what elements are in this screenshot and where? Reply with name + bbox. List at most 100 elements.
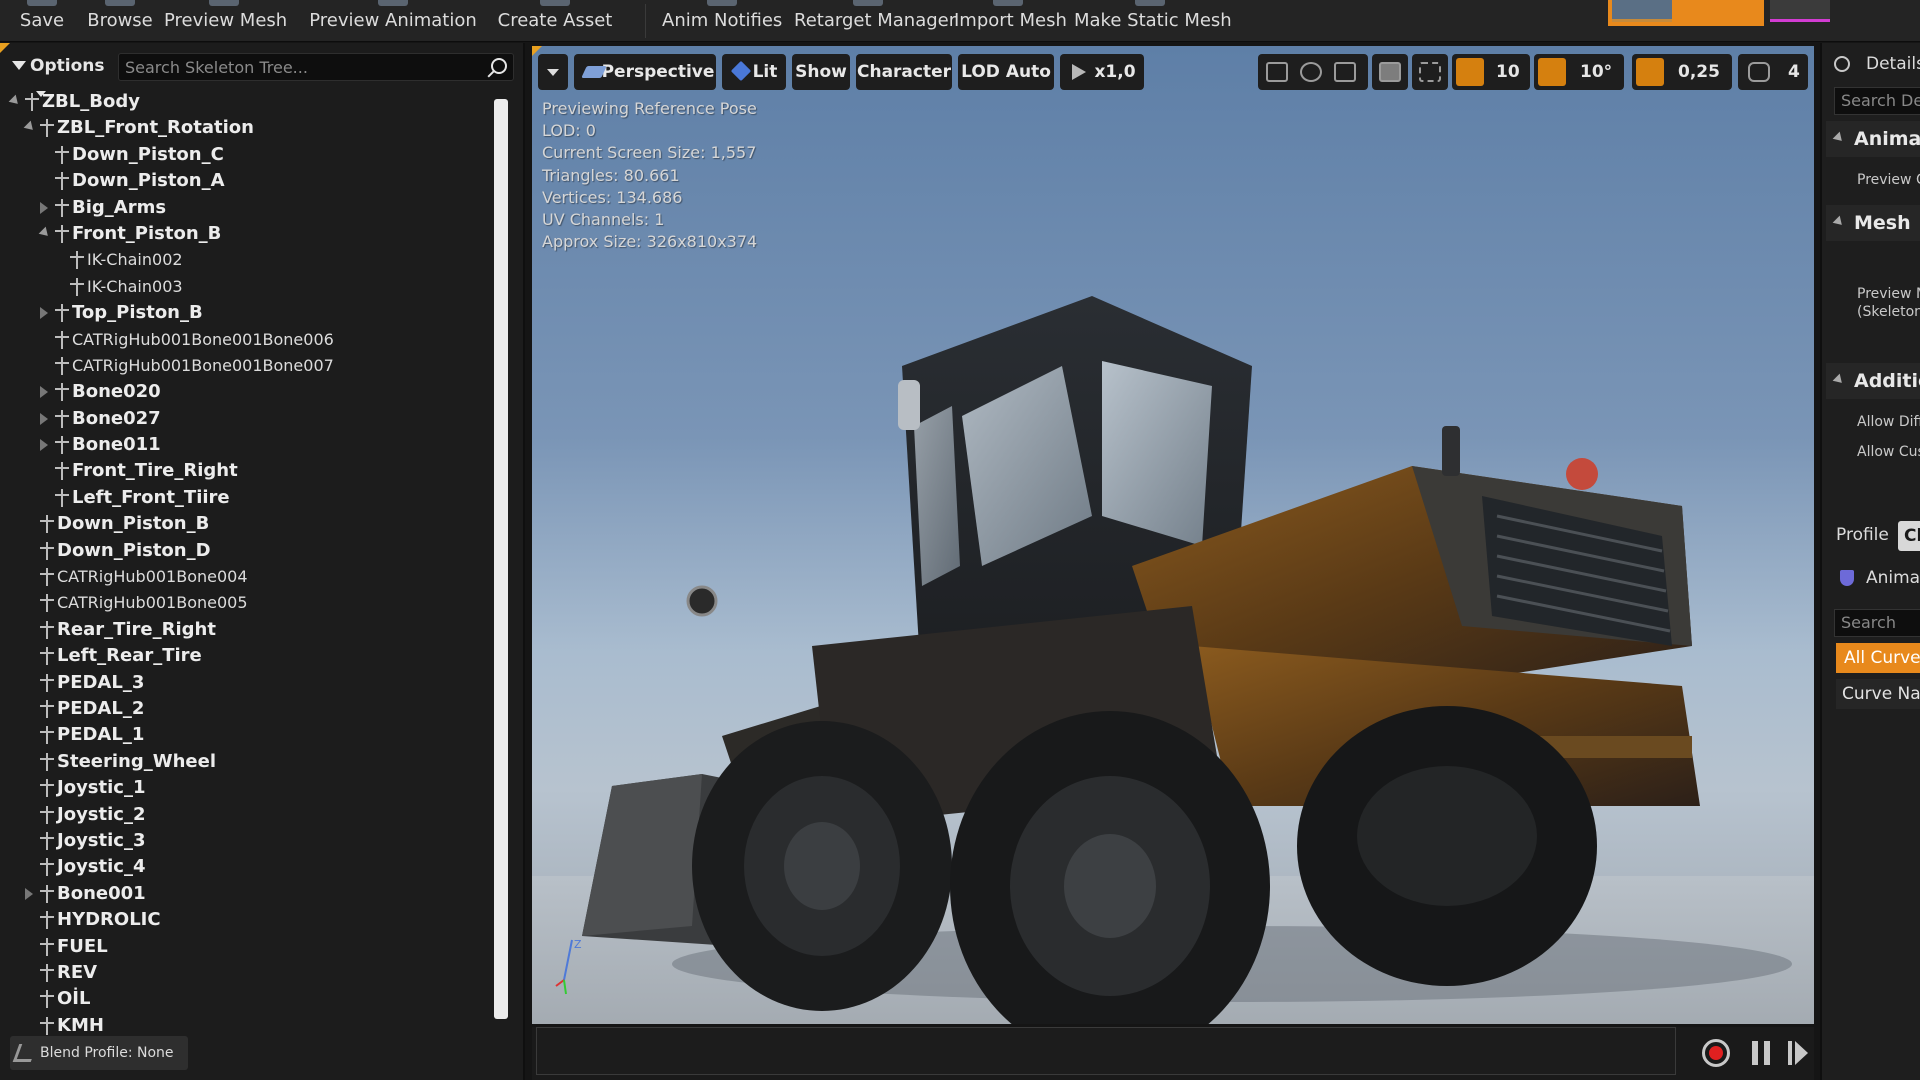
bone-row[interactable]: Bone001	[0, 881, 490, 907]
rotate-icon[interactable]	[1300, 62, 1322, 82]
options-dropdown[interactable]: Options	[6, 52, 114, 97]
tree-scrollbar[interactable]	[494, 99, 508, 1019]
bone-row[interactable]: Joystic_4	[0, 854, 490, 880]
bone-row[interactable]: ZBL_Front_Rotation	[0, 115, 490, 141]
world-local-toggle[interactable]	[1372, 54, 1408, 90]
bone-row[interactable]: Bone027	[0, 406, 490, 432]
surface-snap-button[interactable]	[1412, 54, 1448, 90]
bone-row[interactable]: Bone020	[0, 379, 490, 405]
grid-snap-icon[interactable]	[1456, 58, 1484, 86]
expand-closed-icon[interactable]	[40, 386, 48, 399]
profile-clear-button[interactable]: Cle	[1898, 521, 1920, 551]
bone-row[interactable]: Left_Rear_Tire	[0, 643, 490, 669]
step-forward-button[interactable]	[1788, 1041, 1808, 1065]
bone-row[interactable]: Rear_Tire_Right	[0, 617, 490, 643]
lit-view-mode-button[interactable]: Lit	[722, 54, 786, 90]
material-asset-thumbnail[interactable]	[1770, 0, 1830, 22]
bone-row[interactable]: Down_Piston_D	[0, 538, 490, 564]
bone-row[interactable]: Steering_Wheel	[0, 749, 490, 775]
browse-button[interactable]: Browse	[82, 0, 158, 42]
bone-row[interactable]: Left_Front_Tiire	[0, 485, 490, 511]
bone-row[interactable]: Big_Arms	[0, 195, 490, 221]
animation-asset-thumbnail[interactable]	[1608, 0, 1764, 26]
blend-profile-dropdown[interactable]: Blend Profile: None	[10, 1036, 188, 1070]
viewport-options-button[interactable]	[538, 54, 568, 90]
bone-icon	[39, 568, 55, 587]
record-button[interactable]	[1702, 1039, 1730, 1067]
bone-icon	[39, 673, 55, 692]
curves-search-input[interactable]: Search	[1834, 609, 1920, 637]
bone-row[interactable]: Down_Piston_A	[0, 168, 490, 194]
preview-animation-button[interactable]: Preview Animation	[308, 0, 478, 42]
bone-row[interactable]: Joystic_1	[0, 775, 490, 801]
curve-name-header[interactable]: Curve Nam	[1836, 679, 1920, 709]
bone-row[interactable]: Down_Piston_B	[0, 511, 490, 537]
camera-icon[interactable]	[1748, 62, 1770, 82]
create-asset-button[interactable]: Create Asset	[496, 0, 614, 42]
rotation-snap-value[interactable]: 10°	[1580, 54, 1612, 90]
rotation-snap-icon[interactable]	[1538, 58, 1566, 86]
scale-icon[interactable]	[1334, 62, 1356, 82]
expand-closed-icon[interactable]	[25, 887, 33, 900]
bone-row[interactable]: CATRigHub001Bone001Bone007	[0, 353, 490, 379]
skeleton-search-input[interactable]	[119, 54, 479, 80]
bone-row[interactable]: HYDROLIC	[0, 907, 490, 933]
grid-snap-value[interactable]: 10	[1496, 54, 1520, 90]
bone-row[interactable]: CATRigHub001Bone004	[0, 564, 490, 590]
bone-row[interactable]: CATRigHub001Bone005	[0, 590, 490, 616]
character-button[interactable]: Character	[856, 54, 952, 90]
bone-row[interactable]: PEDAL_3	[0, 670, 490, 696]
perspective-button[interactable]: Perspective	[574, 54, 716, 90]
bone-row[interactable]: Front_Tire_Right	[0, 458, 490, 484]
play-rate-button[interactable]: x1,0	[1060, 54, 1144, 90]
preview-mesh-button[interactable]: Preview Mesh	[164, 0, 287, 42]
bone-row[interactable]: Joystic_3	[0, 828, 490, 854]
pause-button[interactable]	[1752, 1041, 1770, 1065]
expand-closed-icon[interactable]	[40, 307, 48, 320]
bone-icon	[54, 356, 70, 375]
search-icon[interactable]	[491, 58, 507, 74]
scale-snap-icon[interactable]	[1636, 58, 1664, 86]
expand-closed-icon[interactable]	[40, 201, 48, 214]
expand-open-icon[interactable]	[8, 94, 22, 108]
bone-row[interactable]: IK-Chain003	[0, 274, 490, 300]
bone-row[interactable]: Top_Piston_B	[0, 300, 490, 326]
anim-curves-tab[interactable]: Anima	[1834, 561, 1920, 595]
bone-row[interactable]: Front_Piston_B	[0, 221, 490, 247]
category-additional[interactable]: Additional	[1826, 363, 1920, 399]
bone-row[interactable]: FUEL	[0, 934, 490, 960]
anim-notifies-button[interactable]: Anim Notifies	[662, 0, 782, 42]
category-mesh[interactable]: Mesh	[1826, 205, 1920, 241]
translate-icon[interactable]	[1266, 62, 1288, 82]
import-mesh-button[interactable]: Import Mesh	[954, 0, 1067, 42]
timeline-scrubber[interactable]	[536, 1027, 1676, 1075]
expand-open-icon[interactable]	[38, 226, 52, 240]
save-button[interactable]: Save	[12, 0, 72, 42]
make-static-mesh-button[interactable]: Make Static Mesh	[1074, 0, 1232, 42]
scale-snap-value[interactable]: 0,25	[1678, 54, 1720, 90]
bone-icon	[39, 805, 55, 824]
bone-row[interactable]: PEDAL_2	[0, 696, 490, 722]
preview-viewport[interactable]: Perspective Lit Show Character LOD Auto …	[532, 46, 1814, 1024]
bone-row[interactable]: CATRigHub001Bone001Bone006	[0, 327, 490, 353]
details-search-input[interactable]: Search Details	[1834, 87, 1920, 115]
show-button[interactable]: Show	[792, 54, 850, 90]
bone-row[interactable]: Down_Piston_C	[0, 142, 490, 168]
lod-button[interactable]: LOD Auto	[958, 54, 1054, 90]
preview-controller-row: Preview C	[1857, 172, 1920, 188]
expand-closed-icon[interactable]	[40, 439, 48, 452]
category-animation[interactable]: Animation	[1826, 121, 1920, 157]
bone-row[interactable]: Joystic_2	[0, 802, 490, 828]
bone-row[interactable]: IK-Chain002	[0, 247, 490, 273]
bone-row[interactable]: REV	[0, 960, 490, 986]
details-tab[interactable]: Details	[1834, 47, 1920, 81]
camera-speed-value[interactable]: 4	[1788, 54, 1800, 90]
all-curves-filter[interactable]: All Curves	[1836, 643, 1920, 673]
expand-open-icon[interactable]	[23, 121, 37, 134]
bone-row[interactable]: PEDAL_1	[0, 722, 490, 748]
bone-row[interactable]: Bone011	[0, 432, 490, 458]
expand-closed-icon[interactable]	[40, 412, 48, 425]
bone-row[interactable]: ZBL_Body	[0, 89, 490, 115]
retarget-manager-button[interactable]: Retarget Manager	[794, 0, 956, 42]
bone-row[interactable]: OİL	[0, 986, 490, 1012]
